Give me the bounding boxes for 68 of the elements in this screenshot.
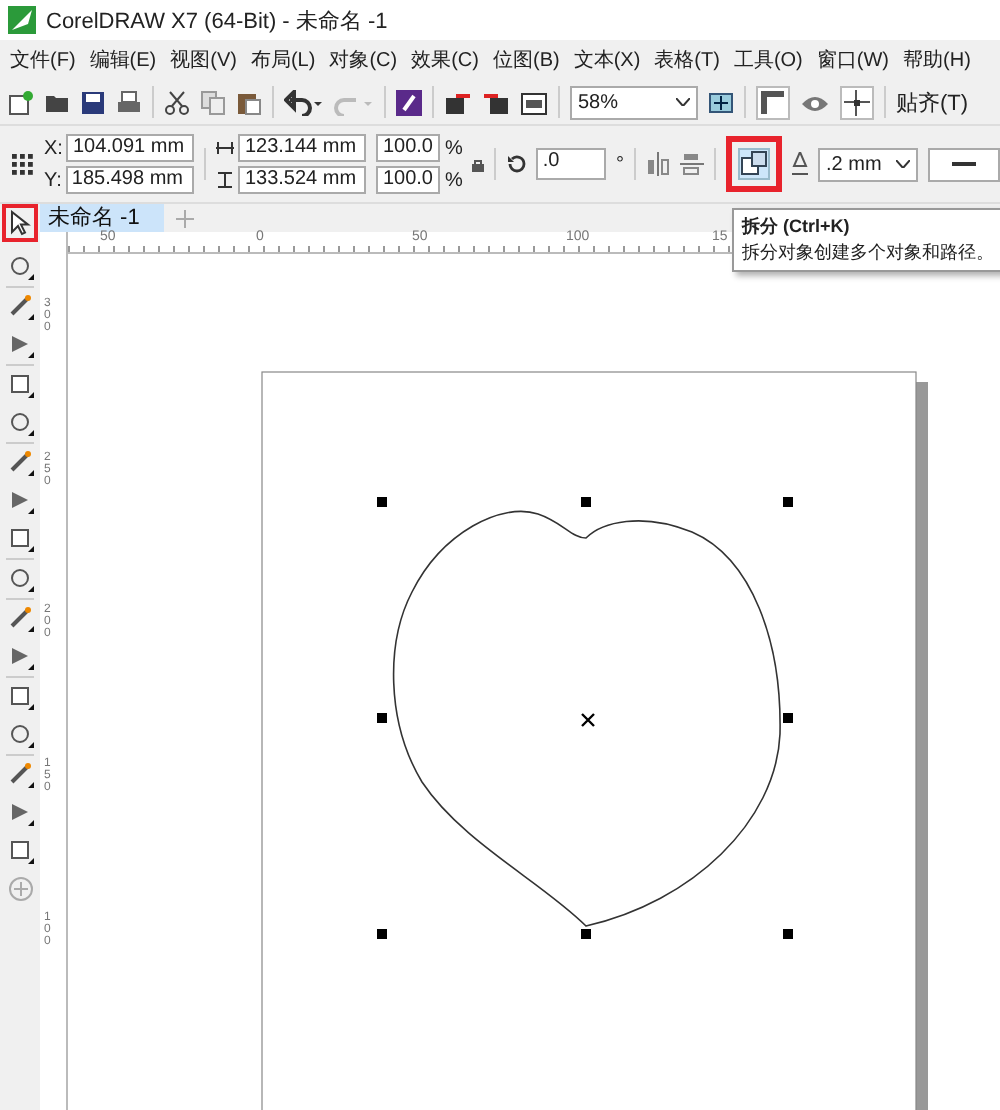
menu-item[interactable]: 表格(T)	[654, 46, 720, 74]
menu-item[interactable]: 文本(X)	[573, 46, 641, 74]
rotation-angle-field[interactable]: .0	[536, 148, 606, 180]
mirror-horizontal-icon[interactable]	[646, 152, 670, 176]
scale-y-field[interactable]: 100.0	[376, 166, 441, 194]
selection-handle[interactable]	[783, 929, 793, 939]
tooltip-text: 拆分对象创建多个对象和路径。	[742, 240, 996, 266]
scissors-icon[interactable]	[164, 89, 190, 115]
menu-item[interactable]: 视图(V)	[170, 46, 237, 74]
menu-item[interactable]: 效果(C)	[411, 46, 479, 74]
height-field[interactable]: 133.524 mm	[238, 166, 367, 194]
app-logo-icon	[8, 6, 36, 34]
object-origin-grid-icon[interactable]	[10, 152, 34, 176]
full-screen-preview-icon[interactable]	[708, 89, 734, 115]
percent-label: %	[444, 169, 463, 191]
caret-icon	[896, 160, 910, 168]
save-icon[interactable]	[80, 89, 106, 115]
selection-handle[interactable]	[377, 497, 387, 507]
selection-handle[interactable]	[783, 713, 793, 723]
menu-item[interactable]: 文件(F)	[10, 46, 76, 74]
center-marker-icon[interactable]	[580, 712, 596, 728]
selection-handle[interactable]	[377, 929, 387, 939]
mirror-vertical-icon[interactable]	[680, 152, 704, 176]
undo-icon[interactable]	[284, 89, 324, 115]
export-icon[interactable]	[482, 89, 510, 115]
break-apart-icon[interactable]	[738, 148, 770, 180]
rulers-icon[interactable]	[756, 85, 790, 119]
y-label: Y:	[44, 169, 62, 191]
menu-item[interactable]: 对象(C)	[329, 46, 398, 74]
outline-width-dropdown[interactable]: .2 mm	[818, 147, 918, 181]
pick-tool-icon[interactable]	[8, 210, 32, 236]
width-icon	[216, 140, 235, 156]
lock-icon[interactable]	[472, 157, 485, 171]
snap-to-menu[interactable]: 贴齐(T)	[896, 87, 969, 117]
import-icon[interactable]	[444, 89, 472, 115]
width-field[interactable]: 123.144 mm	[238, 134, 367, 162]
paste-icon[interactable]	[236, 89, 262, 115]
tooltip-title: 拆分 (Ctrl+K)	[742, 214, 852, 240]
x-position-field[interactable]: 104.091 mm	[66, 134, 195, 162]
menu-item[interactable]: 工具(O)	[733, 46, 803, 74]
menu-item[interactable]: 窗口(W)	[816, 46, 890, 74]
line-style-dropdown[interactable]	[928, 147, 1000, 181]
rotate-icon	[506, 154, 527, 174]
guidelines-icon[interactable]	[840, 85, 874, 119]
selection-handle[interactable]	[581, 929, 591, 939]
percent-label: %	[444, 137, 463, 159]
window-title: CorelDRAW X7 (64-Bit) - 未命名 -1	[46, 7, 388, 35]
selection-handle[interactable]	[377, 713, 387, 723]
degree-label: °	[616, 153, 624, 175]
y-position-field[interactable]: 185.498 mm	[65, 166, 194, 194]
selection-handle[interactable]	[581, 497, 591, 507]
menu-item[interactable]: 位图(B)	[492, 46, 560, 74]
caret-icon	[676, 98, 690, 106]
scale-x-field[interactable]: 100.0	[376, 134, 441, 162]
height-icon	[216, 172, 235, 188]
document-tab[interactable]: 未命名 -1	[40, 204, 164, 232]
x-label: X:	[44, 137, 63, 159]
application-launcher-icon[interactable]	[396, 89, 422, 115]
line-style-icon	[952, 161, 976, 167]
zoom-level-dropdown[interactable]: 58%	[570, 85, 698, 119]
menu-item[interactable]: 编辑(E)	[89, 46, 157, 74]
selection-handle[interactable]	[783, 497, 793, 507]
menu-item[interactable]: 帮助(H)	[903, 46, 971, 74]
print-icon[interactable]	[116, 89, 142, 115]
menu-item[interactable]: 布局(L)	[250, 46, 316, 74]
new-document-icon[interactable]	[8, 89, 34, 115]
pen-icon	[792, 152, 808, 176]
publish-pdf-icon[interactable]	[520, 89, 548, 115]
